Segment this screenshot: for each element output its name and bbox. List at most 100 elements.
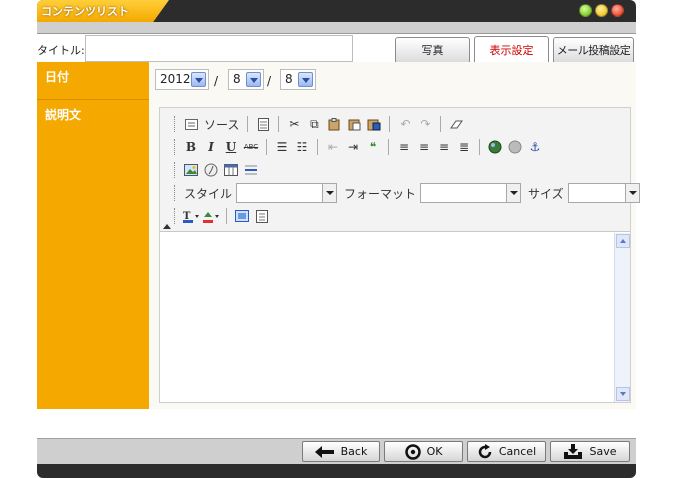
toolbar-grip	[174, 185, 176, 201]
toolbar-row-1: ソース ✂ ⧉ ↶ ↷	[174, 113, 465, 135]
toolbar-separator	[440, 116, 442, 132]
chevron-down-icon	[624, 184, 639, 202]
image-icon[interactable]	[182, 161, 200, 179]
year-value: 2012	[160, 72, 191, 86]
year-select[interactable]: 2012	[155, 69, 209, 90]
style-label: スタイル	[184, 186, 233, 201]
window-title: コンテンツリスト	[41, 5, 129, 18]
eraser-icon[interactable]	[447, 115, 465, 133]
align-center-icon[interactable]: ≡	[415, 138, 433, 156]
editor-scrollbar[interactable]	[614, 233, 630, 402]
underline-button[interactable]: U	[222, 138, 240, 156]
paste-icon[interactable]	[325, 115, 343, 133]
sub-bar	[37, 22, 636, 34]
format-combo[interactable]	[420, 183, 522, 203]
day-select[interactable]: 8	[280, 69, 316, 90]
chevron-down-icon	[322, 184, 337, 202]
flash-icon[interactable]	[202, 161, 220, 179]
toolbar-grip	[174, 139, 176, 155]
chevron-down-icon	[191, 72, 206, 87]
arrow-left-icon	[314, 445, 334, 458]
scroll-up-icon[interactable]	[616, 234, 630, 248]
toolbar-separator	[226, 208, 227, 224]
day-value: 8	[285, 72, 293, 86]
maximize-editor-icon[interactable]	[233, 207, 251, 225]
horizontal-rule-icon[interactable]	[242, 161, 260, 179]
source-button[interactable]: ソース	[202, 116, 241, 133]
save-button[interactable]: Save	[550, 441, 630, 462]
dialog-content: タイトル: 写真 表示設定 メール投稿設定 日付 2012 / 8 / 8 説明…	[37, 34, 640, 438]
month-value: 8	[233, 72, 241, 86]
cancel-button[interactable]: Cancel	[467, 441, 546, 462]
numbered-list-icon[interactable]: ☰	[273, 138, 291, 156]
window-controls	[579, 4, 624, 17]
toolbar-separator	[278, 116, 280, 132]
strikethrough-button[interactable]: ABC	[242, 138, 260, 156]
ok-circle-icon	[404, 443, 421, 460]
description-label-cell: 説明文	[37, 99, 149, 409]
date-separator: /	[267, 74, 272, 88]
save-label: Save	[589, 445, 617, 458]
toolbar-separator	[247, 116, 249, 132]
style-combo[interactable]	[236, 183, 338, 203]
tab-mail-post-settings[interactable]: メール投稿設定	[553, 37, 634, 62]
toolbar-grip	[174, 208, 176, 224]
cancel-label: Cancel	[498, 445, 537, 458]
text-color-icon[interactable]: T	[182, 207, 200, 225]
date-label: 日付	[45, 70, 70, 84]
unlink-icon[interactable]	[506, 138, 524, 156]
paste-text-icon[interactable]	[345, 115, 363, 133]
date-row: 2012 / 8 / 8	[149, 62, 636, 99]
italic-button[interactable]: I	[202, 138, 220, 156]
background-color-icon[interactable]	[202, 207, 220, 225]
editor-body[interactable]	[160, 233, 630, 402]
tab-display-settings[interactable]: 表示設定	[474, 36, 549, 62]
month-select[interactable]: 8	[228, 69, 264, 90]
close-button[interactable]	[611, 4, 624, 17]
ok-button[interactable]: OK	[384, 441, 463, 462]
toolbar-row-5: T	[174, 205, 271, 227]
undo-icon[interactable]: ↶	[396, 115, 414, 133]
bullet-list-icon[interactable]: ☷	[293, 138, 311, 156]
collapse-toolbar-icon[interactable]	[163, 224, 171, 229]
refresh-icon	[478, 443, 492, 458]
scroll-down-icon[interactable]	[616, 387, 630, 401]
toolbar-grip	[174, 162, 176, 178]
show-blocks-icon[interactable]	[253, 207, 271, 225]
blockquote-icon[interactable]: ❝	[364, 138, 382, 156]
table-icon[interactable]	[222, 161, 240, 179]
size-combo[interactable]	[567, 183, 640, 203]
title-label: タイトル:	[37, 44, 85, 57]
editor-toolbar: ソース ✂ ⧉ ↶ ↷ B I U ABC ☰ ☷ ⇤ ⇥ ❝ ≡ ≡ ≡ ≣ …	[160, 108, 640, 232]
toolbar-separator	[479, 139, 480, 155]
title-input[interactable]	[85, 35, 353, 62]
title-bar: コンテンツリスト	[37, 0, 636, 22]
dialog-window: コンテンツリスト タイトル: 写真 表示設定 メール投稿設定 日付 2012 /…	[37, 0, 640, 478]
paste-word-icon[interactable]	[365, 115, 383, 133]
toolbar-separator	[317, 139, 318, 155]
copy-icon[interactable]: ⧉	[305, 115, 323, 133]
maximize-button[interactable]	[595, 4, 608, 17]
align-justify-icon[interactable]: ≣	[455, 138, 473, 156]
bold-button[interactable]: B	[182, 138, 200, 156]
back-button[interactable]: Back	[302, 441, 380, 462]
redo-icon[interactable]: ↷	[416, 115, 434, 133]
anchor-icon[interactable]: ⚓	[526, 138, 544, 156]
align-right-icon[interactable]: ≡	[435, 138, 453, 156]
size-label: サイズ	[528, 186, 564, 201]
toolbar-row-2: B I U ABC ☰ ☷ ⇤ ⇥ ❝ ≡ ≡ ≡ ≣ ⚓	[174, 136, 544, 158]
align-left-icon[interactable]: ≡	[395, 138, 413, 156]
link-icon[interactable]	[486, 138, 504, 156]
back-label: Back	[340, 445, 368, 458]
tab-photo[interactable]: 写真	[395, 37, 470, 62]
chevron-down-icon	[246, 72, 261, 87]
chevron-down-icon	[506, 184, 521, 202]
save-tray-icon	[564, 443, 583, 459]
chevron-down-icon	[298, 72, 313, 87]
minimize-button[interactable]	[579, 4, 592, 17]
outdent-icon[interactable]: ⇤	[324, 138, 342, 156]
source-icon[interactable]	[182, 115, 200, 133]
new-page-icon[interactable]	[254, 115, 272, 133]
cut-icon[interactable]: ✂	[285, 115, 303, 133]
indent-icon[interactable]: ⇥	[344, 138, 362, 156]
